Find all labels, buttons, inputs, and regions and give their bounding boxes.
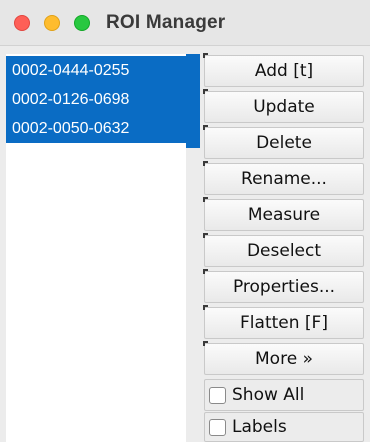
- flatten-button[interactable]: Flatten [F]: [203, 305, 364, 339]
- roi-list-item[interactable]: 0002-0126-0698: [6, 85, 186, 114]
- window-title: ROI Manager: [106, 12, 226, 33]
- roi-manager-window: ROI Manager 0002-0444-0255 0002-0126-069…: [0, 0, 370, 442]
- zoom-window-button[interactable]: [74, 15, 90, 31]
- deselect-button[interactable]: Deselect: [203, 233, 364, 267]
- show-all-label: Show All: [232, 385, 305, 405]
- title-bar[interactable]: ROI Manager: [0, 0, 370, 46]
- show-all-checkbox-row[interactable]: Show All: [204, 379, 364, 411]
- close-window-button[interactable]: [14, 15, 30, 31]
- labels-checkbox-row[interactable]: Labels: [204, 412, 364, 442]
- roi-list[interactable]: 0002-0444-0255 0002-0126-0698 0002-0050-…: [6, 54, 186, 442]
- minimize-window-button[interactable]: [44, 15, 60, 31]
- roi-list-item[interactable]: 0002-0050-0632: [6, 114, 186, 143]
- roi-list-item[interactable]: 0002-0444-0255: [6, 56, 186, 85]
- update-button[interactable]: Update: [203, 89, 364, 123]
- show-all-checkbox[interactable]: [209, 386, 226, 404]
- labels-checkbox[interactable]: [209, 418, 226, 436]
- list-selection-highlight: [186, 54, 200, 148]
- measure-button[interactable]: Measure: [203, 197, 364, 231]
- properties-button[interactable]: Properties...: [203, 269, 364, 303]
- rename-button[interactable]: Rename...: [203, 161, 364, 195]
- delete-button[interactable]: Delete: [203, 125, 364, 159]
- more-button[interactable]: More »: [203, 341, 364, 375]
- labels-label: Labels: [232, 417, 287, 437]
- add-button[interactable]: Add [t]: [203, 53, 364, 87]
